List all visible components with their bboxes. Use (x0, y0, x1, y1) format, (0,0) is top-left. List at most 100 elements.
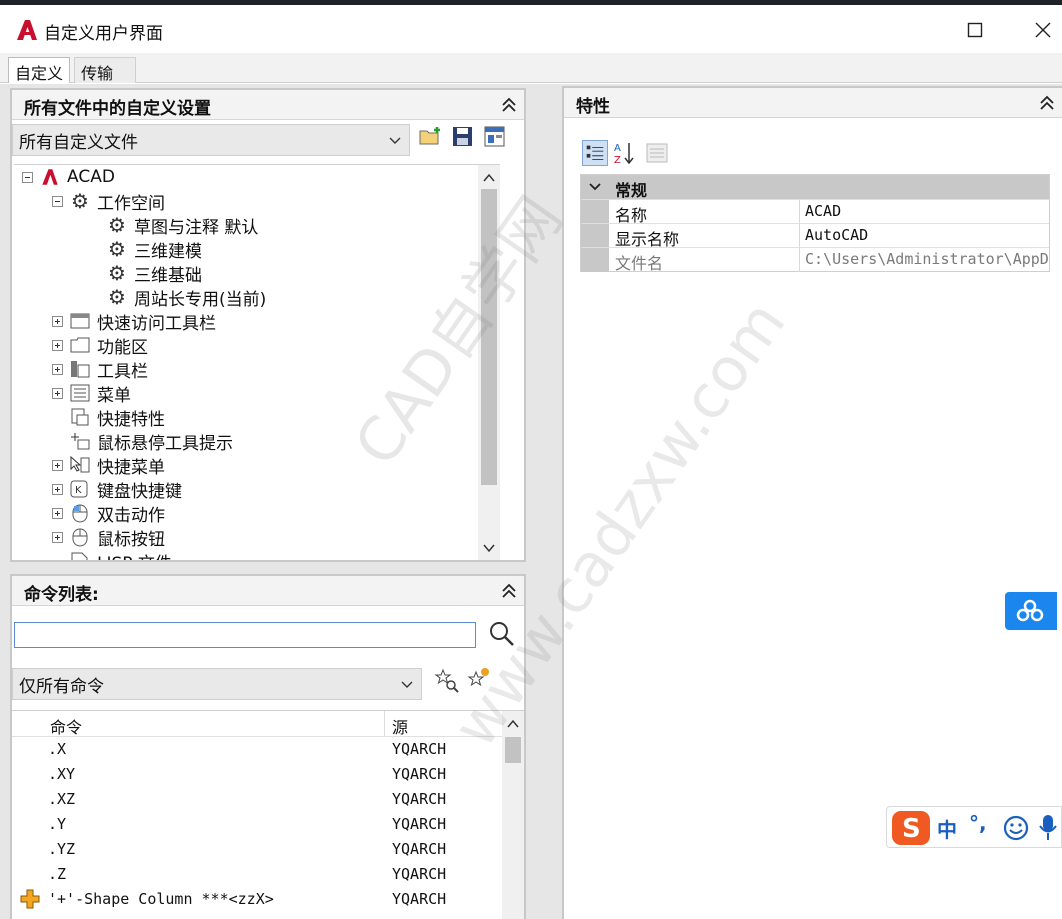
tree-label: 三维基础 (134, 265, 202, 286)
tree-node-double-click-actions[interactable]: 双击动作 (52, 501, 165, 526)
title-bar: 自定义用户界面 (0, 5, 1062, 53)
emoji-icon[interactable] (1003, 815, 1029, 841)
gear-icon: ⚙ (108, 261, 126, 285)
ime-toolbar: S 中 °, (886, 806, 1062, 848)
tab-bar: 自定义 传输 (0, 53, 1062, 83)
cloud-float-button[interactable] (1005, 592, 1057, 630)
tree-node-lisp-files[interactable]: LISP 文件 (69, 549, 172, 560)
command-row[interactable]: '+'-Shape Column ***<zzX> YQARCH (12, 887, 502, 912)
expand-toggle-icon[interactable] (52, 315, 63, 327)
autocad-logo-icon (17, 20, 37, 40)
property-category[interactable]: 常规 (581, 175, 1049, 200)
tree-node-toolbars[interactable]: 工具栏 (52, 357, 148, 382)
tree-label: LISP 文件 (97, 549, 172, 561)
tree-node-ribbon[interactable]: 功能区 (52, 333, 148, 358)
property-row-name[interactable]: 名称 ACAD (581, 199, 1051, 225)
collapse-toggle-icon[interactable] (52, 195, 63, 207)
tree-label: 鼠标悬停工具提示 (97, 433, 233, 454)
chevron-down-icon (401, 681, 413, 688)
collapse-icon[interactable] (500, 96, 518, 114)
tree-node-rollover-tooltips[interactable]: 鼠标悬停工具提示 (69, 429, 233, 454)
expand-toggle-icon[interactable] (52, 387, 63, 399)
command-filter-select[interactable]: 仅所有命令 (12, 668, 422, 700)
tree-node-workspace[interactable]: ⚙ 草图与注释 默认 (106, 213, 258, 238)
category-label: 常规 (615, 181, 648, 200)
tab-customize[interactable]: 自定义 (8, 57, 71, 83)
command-row[interactable]: .YZ YQARCH (12, 837, 502, 862)
properties-title: 特性 (576, 97, 610, 117)
tree-node-workspaces[interactable]: ⚙ 工作空间 (52, 189, 165, 214)
column-header-command[interactable]: 命令 (50, 714, 82, 738)
tree-node-mouse-buttons[interactable]: 鼠标按钮 (52, 525, 165, 550)
svg-text:A: A (614, 143, 621, 154)
collapse-icon[interactable] (500, 582, 518, 600)
tree-node-keyboard-shortcuts[interactable]: K 键盘快捷键 (52, 477, 182, 502)
chevron-down-icon (389, 137, 401, 144)
property-value[interactable]: ACAD (805, 202, 1051, 220)
command-row[interactable]: .Y YQARCH (12, 812, 502, 837)
tree-label: 快速访问工具栏 (97, 313, 216, 334)
expand-toggle-icon[interactable] (52, 483, 63, 495)
expand-toggle-icon[interactable] (52, 531, 63, 543)
toolbars-icon (69, 358, 91, 380)
find-command-icon[interactable] (434, 668, 460, 694)
customization-file-select[interactable]: 所有自定义文件 (12, 124, 410, 156)
sort-alphabetical-icon[interactable]: AZ (612, 140, 638, 166)
shortcut-menu-icon (69, 454, 91, 476)
column-divider (799, 224, 800, 248)
properties-header: 特性 (564, 88, 1062, 118)
property-row-display-name[interactable]: 显示名称 AutoCAD (581, 223, 1051, 249)
expand-toggle-icon[interactable] (52, 339, 63, 351)
property-row-file-name[interactable]: 文件名 C:\Users\Administrator\AppD (581, 247, 1049, 273)
ime-punctuation-toggle[interactable]: °, (969, 811, 987, 835)
scroll-up-icon[interactable] (482, 171, 496, 185)
command-list-title: 命令列表: (24, 585, 99, 605)
tree-label: 工具栏 (97, 361, 148, 382)
command-row[interactable]: .XY YQARCH (12, 762, 502, 787)
save-icon[interactable] (450, 124, 476, 150)
partial-customization-icon[interactable] (482, 124, 508, 150)
expand-toggle-icon[interactable] (52, 363, 63, 375)
maximize-button[interactable] (962, 17, 988, 43)
tree-node-shortcut-menus[interactable]: 快捷菜单 (52, 453, 165, 478)
property-pages-icon[interactable] (644, 140, 670, 166)
autocad-logo-icon (39, 166, 61, 188)
tree-node-quick-access-toolbars[interactable]: 快速访问工具栏 (52, 309, 216, 334)
command-search-input[interactable] (14, 622, 476, 648)
close-button[interactable] (1030, 17, 1056, 43)
sogou-logo-icon[interactable]: S (891, 810, 931, 846)
tab-transfer[interactable]: 传输 (74, 57, 136, 83)
expand-toggle-icon[interactable] (52, 459, 63, 471)
collapse-icon[interactable] (1038, 94, 1056, 112)
expand-toggle-icon[interactable] (52, 507, 63, 519)
tree-node-acad[interactable]: ACAD (22, 165, 115, 189)
chevron-down-icon (589, 183, 601, 191)
tree-node-quick-properties[interactable]: 快捷特性 (69, 405, 165, 430)
toolbar-icon (69, 310, 91, 332)
categorized-icon[interactable] (582, 140, 608, 166)
property-value[interactable]: AutoCAD (805, 226, 1051, 244)
command-row[interactable]: .XZ YQARCH (12, 787, 502, 812)
cloud-icon (1016, 599, 1044, 622)
column-header-source[interactable]: 源 (392, 714, 408, 738)
tree-node-menus[interactable]: 菜单 (52, 381, 131, 406)
command-table[interactable]: 命令 源 .X YQARCH .XY YQARCH .XZ YQARCH .Y YQAR… (12, 710, 524, 919)
scroll-down-icon[interactable] (482, 541, 496, 555)
rollover-tooltip-icon (69, 430, 91, 452)
ime-language-toggle[interactable]: 中 (937, 814, 957, 843)
tree-label: 功能区 (97, 337, 148, 358)
tree-node-workspace[interactable]: ⚙ 三维建模 (106, 237, 202, 262)
tree-label: 双击动作 (97, 505, 165, 526)
customizations-title: 所有文件中的自定义设置 (24, 99, 211, 119)
tree-label: 键盘快捷键 (97, 481, 182, 502)
customizations-header: 所有文件中的自定义设置 (12, 90, 524, 120)
tree-node-workspace[interactable]: ⚙ 周站长专用(当前) (106, 285, 266, 310)
row-gutter (581, 200, 609, 224)
tree-node-workspace[interactable]: ⚙ 三维基础 (106, 261, 202, 286)
collapse-toggle-icon[interactable] (22, 171, 33, 183)
command-row[interactable]: .Z YQARCH (12, 862, 502, 887)
open-file-icon[interactable] (418, 124, 444, 150)
command-row[interactable]: .X YQARCH (12, 737, 502, 762)
tree-label: 快捷菜单 (97, 457, 165, 478)
microphone-icon[interactable] (1037, 813, 1059, 843)
